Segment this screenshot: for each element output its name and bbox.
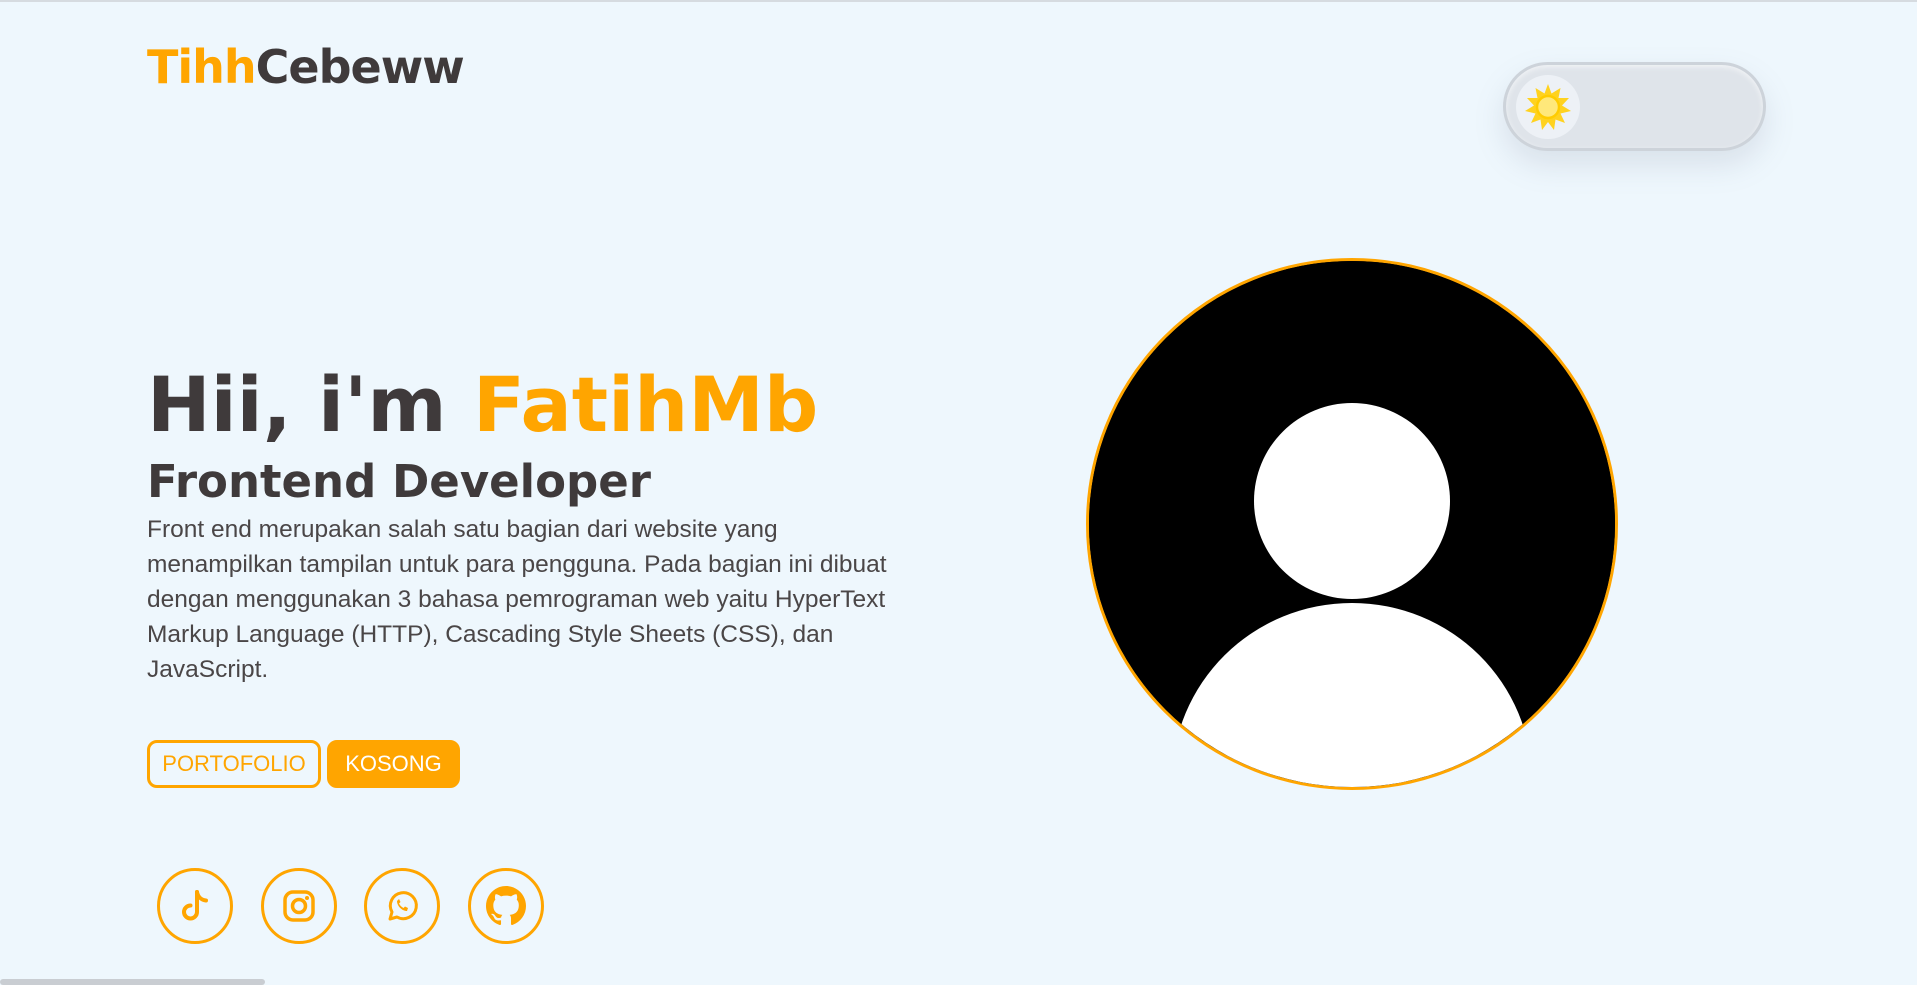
tiktok-link[interactable]	[157, 868, 233, 944]
tiktok-icon	[182, 890, 208, 921]
hero-role: Frontend Developer	[147, 455, 651, 508]
logo-accent-text: Tihh	[147, 40, 257, 94]
hero-description: Front end merupakan salah satu bagian da…	[147, 516, 887, 683]
instagram-link[interactable]	[261, 868, 337, 944]
hero-heading: Hii, i'm FatihMb	[147, 360, 818, 449]
logo-text: Cebeww	[255, 40, 465, 94]
sun-icon	[1525, 84, 1571, 130]
whatsapp-link[interactable]	[364, 868, 440, 944]
github-link[interactable]	[468, 868, 544, 944]
site-logo[interactable]: TihhCebeww	[147, 40, 465, 94]
user-silhouette-icon	[1089, 261, 1615, 787]
hero-name: FatihMb	[473, 360, 819, 449]
github-icon	[486, 886, 526, 926]
scrollbar-thumb[interactable]	[0, 979, 265, 985]
profile-avatar	[1086, 258, 1618, 790]
top-border	[0, 0, 1917, 2]
toggle-knob	[1516, 75, 1580, 139]
empty-button[interactable]: KOSONG	[327, 740, 460, 788]
theme-toggle[interactable]	[1503, 62, 1766, 151]
portfolio-button[interactable]: PORTOFOLIO	[147, 740, 321, 788]
instagram-icon	[283, 890, 315, 922]
hero-greeting: Hii, i'm	[147, 360, 447, 449]
whatsapp-icon	[388, 891, 418, 921]
